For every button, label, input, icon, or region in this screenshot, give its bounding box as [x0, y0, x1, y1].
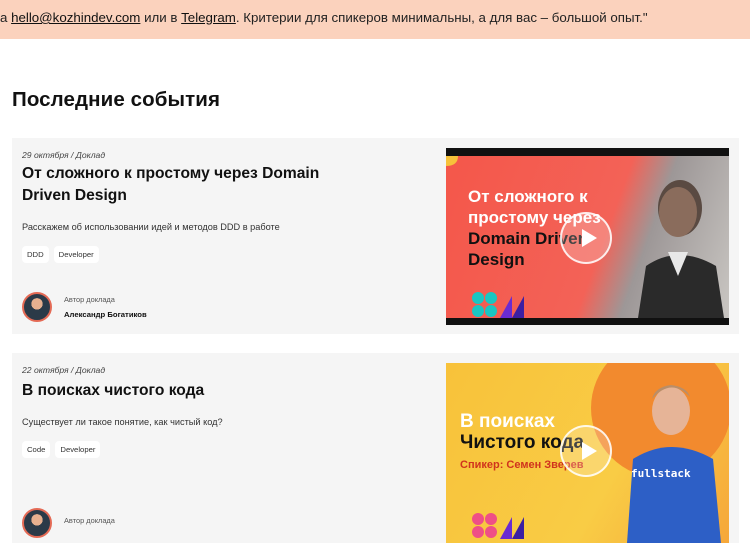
thumbnail-line: В поисках [460, 411, 555, 432]
decor-shapes [472, 292, 524, 318]
author-caption: Автор доклада [64, 515, 115, 525]
banner-text-mid: или в [140, 10, 182, 25]
shirt-text: fullstack [631, 467, 691, 480]
avatar [22, 292, 52, 322]
event-card[interactable]: 22 октября / Доклад В поисках чистого ко… [12, 353, 739, 543]
tag[interactable]: DDD [22, 246, 49, 263]
tag-list: Code Developer [22, 441, 101, 458]
decor-shapes [472, 513, 524, 539]
banner-text-post: . Критерии для спикеров минимальны, а дл… [235, 10, 648, 25]
tag[interactable]: Code [22, 441, 51, 458]
tag[interactable]: Developer [53, 246, 99, 263]
video-thumbnail[interactable]: fullstack В поисках Чистого кода Спикер:… [446, 363, 729, 543]
speaker-photo [638, 180, 724, 318]
video-thumbnail[interactable]: От сложного к простому через Domain Driv… [446, 148, 729, 325]
event-author: Автор доклада [22, 508, 115, 538]
play-icon[interactable] [560, 425, 612, 477]
author-name[interactable]: Александр Богатиков [64, 310, 147, 319]
event-title[interactable]: В поисках чистого кода [22, 380, 322, 402]
email-link[interactable]: hello@kozhindev.com [11, 10, 140, 25]
speaker-photo [627, 385, 721, 543]
event-author: Автор доклада Александр Богатиков [22, 292, 147, 322]
top-banner: а hello@kozhindev.com или в Telegram. Кр… [0, 0, 750, 39]
tag-list: DDD Developer [22, 246, 99, 263]
event-description: Существует ли такое понятие, как чистый … [22, 417, 223, 427]
event-card[interactable]: 29 октября / Доклад От сложного к просто… [12, 138, 739, 334]
event-meta: 22 октября / Доклад [22, 365, 106, 375]
event-title[interactable]: От сложного к простому через Domain Driv… [22, 163, 322, 207]
telegram-link[interactable]: Telegram [181, 10, 236, 25]
decor-corner [446, 156, 458, 166]
tag[interactable]: Developer [55, 441, 101, 458]
banner-text-pre: а [0, 10, 12, 25]
event-description: Расскажем об использовании идей и методо… [22, 222, 280, 232]
section-title: Последние события [12, 88, 221, 111]
event-meta: 29 октября / Доклад [22, 150, 106, 160]
avatar [22, 508, 52, 538]
thumbnail-line: От сложного к [468, 187, 588, 206]
author-caption: Автор доклада [64, 295, 115, 304]
play-icon[interactable] [560, 212, 612, 264]
